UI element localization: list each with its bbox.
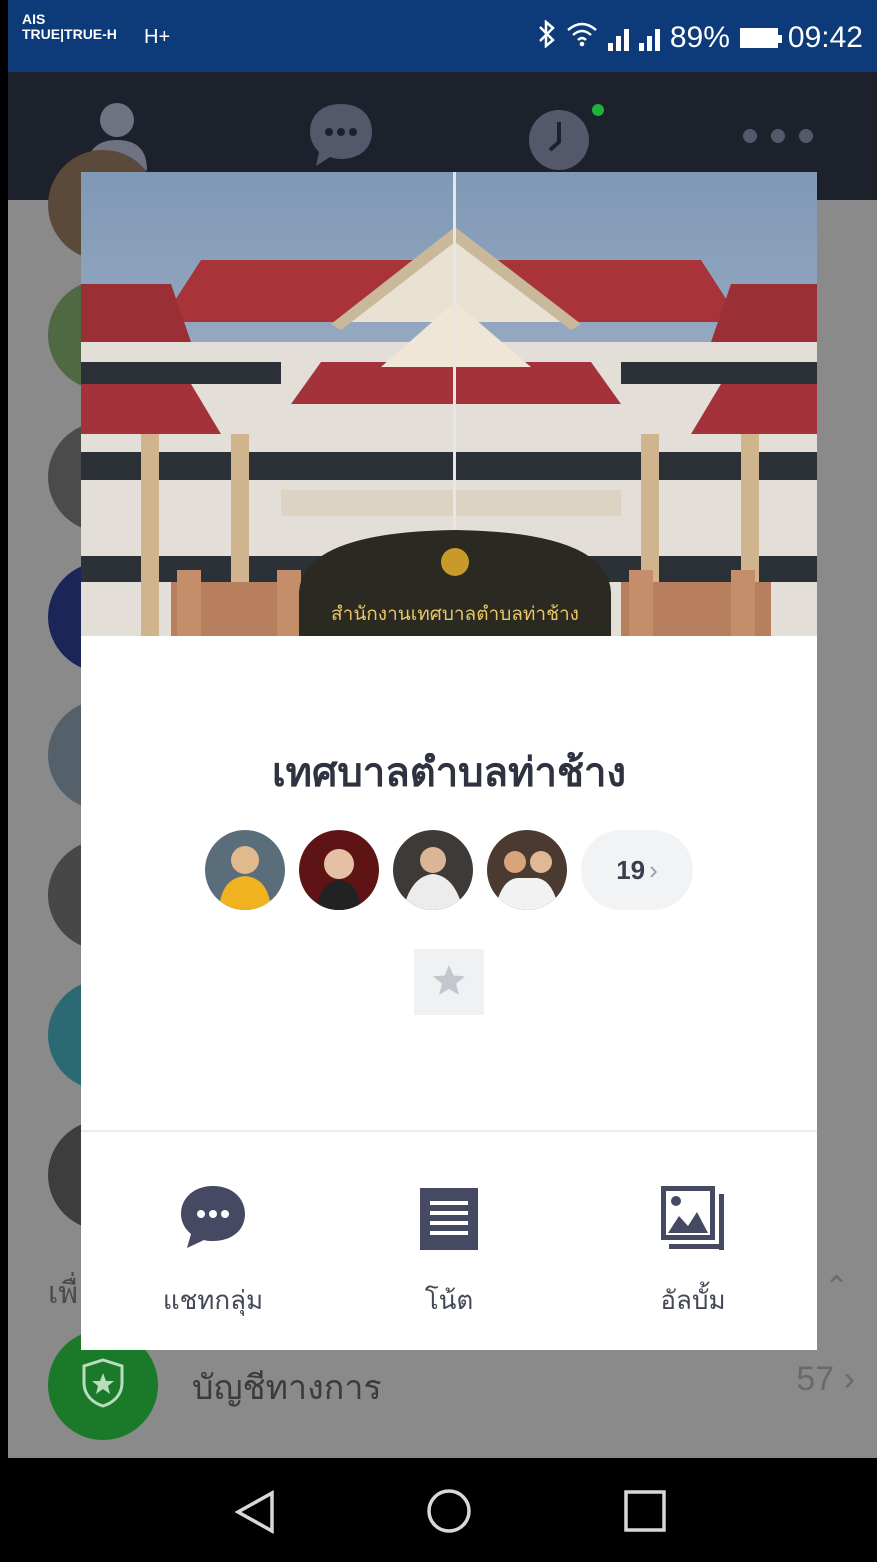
recents-square-icon — [624, 1490, 666, 1536]
official-accounts-label[interactable]: บัญชีทางการ — [192, 1360, 382, 1414]
note-label: โน้ต — [424, 1286, 474, 1316]
group-cover-photo[interactable]: สำนักงานเทศบาลตำบลท่าช้าง — [81, 172, 817, 636]
back-triangle-icon — [234, 1490, 276, 1538]
modal-divider — [81, 1130, 817, 1132]
note-button[interactable]: โน้ต — [359, 1182, 539, 1321]
signal-icon — [607, 25, 629, 51]
group-chat-label: แชทกลุ่ม — [162, 1286, 264, 1316]
recents-button[interactable] — [624, 1490, 666, 1536]
chevron-right-icon: › — [843, 1360, 855, 1398]
home-button[interactable] — [426, 1488, 472, 1538]
wifi-icon — [566, 21, 598, 55]
album-button[interactable]: อัลบั้ม — [603, 1182, 783, 1321]
signal-icon-2 — [638, 25, 660, 51]
shield-star-icon — [80, 1357, 126, 1413]
member-count: 19 — [616, 854, 646, 885]
friends-section-header[interactable]: เพื่ — [48, 1270, 78, 1317]
bluetooth-icon — [538, 19, 556, 56]
tab-chats[interactable] — [306, 100, 376, 174]
official-accounts-count[interactable]: 57 › — [796, 1360, 855, 1399]
album-icon — [661, 1186, 725, 1254]
album-label: อัลบั้ม — [660, 1286, 726, 1316]
tab-more[interactable] — [742, 126, 814, 150]
tab-timeline[interactable] — [524, 100, 606, 178]
more-dots-icon — [742, 129, 814, 150]
group-chat-button[interactable]: แชทกลุ่ม — [123, 1182, 303, 1321]
network-type-label: H+ — [144, 26, 171, 48]
cover-sign-text: สำนักงานเทศบาลตำบลท่าช้าง — [331, 603, 579, 625]
carrier-line-2: TRUE|TRUE-H — [22, 26, 117, 42]
carrier-line-1: AIS — [22, 11, 46, 27]
group-profile-modal: สำนักงานเทศบาลตำบลท่าช้าง เทศบาลตำบลท่าช… — [81, 172, 817, 1350]
group-chat-icon — [179, 1184, 247, 1254]
member-avatar[interactable] — [299, 830, 379, 910]
member-avatar[interactable] — [393, 830, 473, 910]
group-actions: แชทกลุ่ม โน้ต อัลบั้ม — [81, 1182, 817, 1332]
status-bar: AIS TRUE|TRUE-H H+ 89% 09:42 — [8, 0, 877, 72]
chevron-right-icon: › — [649, 854, 658, 885]
battery-icon — [739, 28, 782, 48]
status-indicators: 89% 09:42 — [538, 19, 863, 56]
member-avatar[interactable] — [487, 830, 567, 910]
cover-photo-building: สำนักงานเทศบาลตำบลท่าช้าง — [81, 172, 817, 636]
star-icon — [432, 964, 466, 1000]
carrier-label: AIS TRUE|TRUE-H — [22, 12, 117, 42]
chevron-up-icon[interactable]: ⌃ — [824, 1270, 849, 1305]
group-members-row[interactable]: 19 › — [205, 830, 693, 910]
group-name-title: เทศบาลตำบลท่าช้าง — [271, 750, 627, 796]
clock-time: 09:42 — [787, 21, 863, 54]
phone-screen: AIS TRUE|TRUE-H H+ 89% 09:42 เพื่ ⌃ บัญช… — [8, 0, 877, 1562]
back-button[interactable] — [234, 1490, 276, 1538]
official-count-value: 57 — [796, 1360, 835, 1398]
home-circle-icon — [426, 1489, 472, 1538]
note-icon — [420, 1188, 478, 1254]
member-count-button[interactable]: 19 › — [581, 830, 693, 910]
favorite-button[interactable] — [414, 949, 484, 1015]
member-avatar[interactable] — [205, 830, 285, 910]
battery-percent: 89% — [669, 21, 730, 54]
system-nav-bar — [8, 1458, 877, 1562]
